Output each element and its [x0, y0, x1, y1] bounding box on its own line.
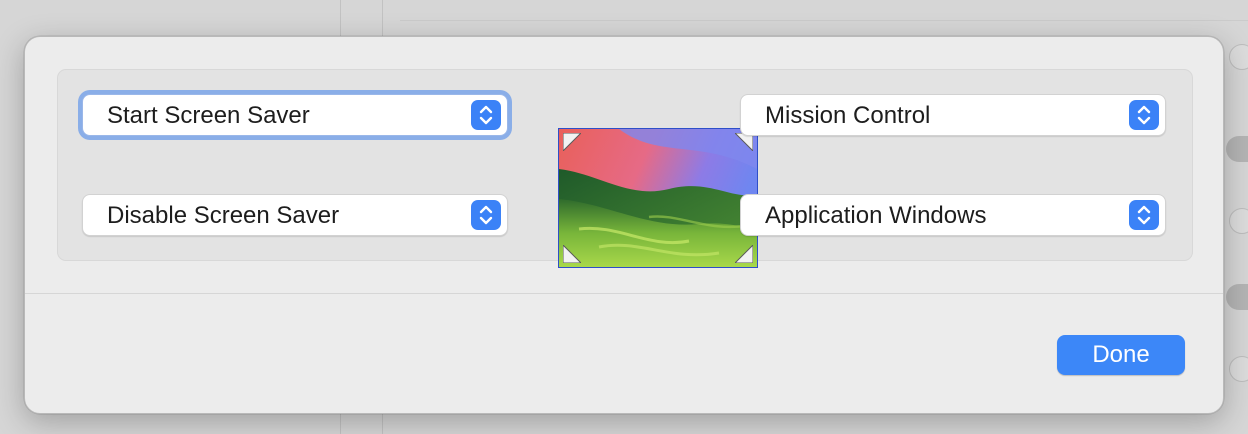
bottom-left-corner-popup[interactable]: Disable Screen Saver [82, 194, 508, 236]
background-radio [1229, 208, 1248, 234]
up-down-chevrons-icon [471, 100, 501, 130]
bottom-right-corner-popup[interactable]: Application Windows [740, 194, 1166, 236]
bottom-right-corner-triangle-icon [735, 245, 753, 263]
up-down-chevrons-icon [471, 200, 501, 230]
background-toggle [1226, 284, 1248, 310]
sheet-separator [25, 293, 1223, 294]
top-right-corner-value: Mission Control [765, 102, 931, 129]
background-divider [400, 20, 1248, 21]
up-down-chevrons-icon [1129, 200, 1159, 230]
wallpaper-image [559, 129, 757, 267]
top-left-corner-value: Start Screen Saver [107, 102, 310, 129]
desktop-preview [558, 128, 758, 268]
background-radio [1229, 44, 1248, 70]
background-toggle [1226, 136, 1248, 162]
up-down-chevrons-icon [1129, 100, 1159, 130]
hot-corners-sheet: Start Screen Saver Disable Screen Saver [24, 36, 1224, 414]
bottom-right-corner-value: Application Windows [765, 202, 987, 229]
bottom-left-corner-value: Disable Screen Saver [107, 202, 340, 229]
hot-corners-group: Start Screen Saver Disable Screen Saver [57, 69, 1193, 268]
top-left-corner-triangle-icon [563, 133, 581, 151]
bottom-left-corner-triangle-icon [563, 245, 581, 263]
top-right-corner-popup[interactable]: Mission Control [740, 94, 1166, 136]
top-left-corner-popup[interactable]: Start Screen Saver [82, 94, 508, 136]
done-button[interactable]: Done [1057, 335, 1185, 375]
background-radio [1229, 356, 1248, 382]
